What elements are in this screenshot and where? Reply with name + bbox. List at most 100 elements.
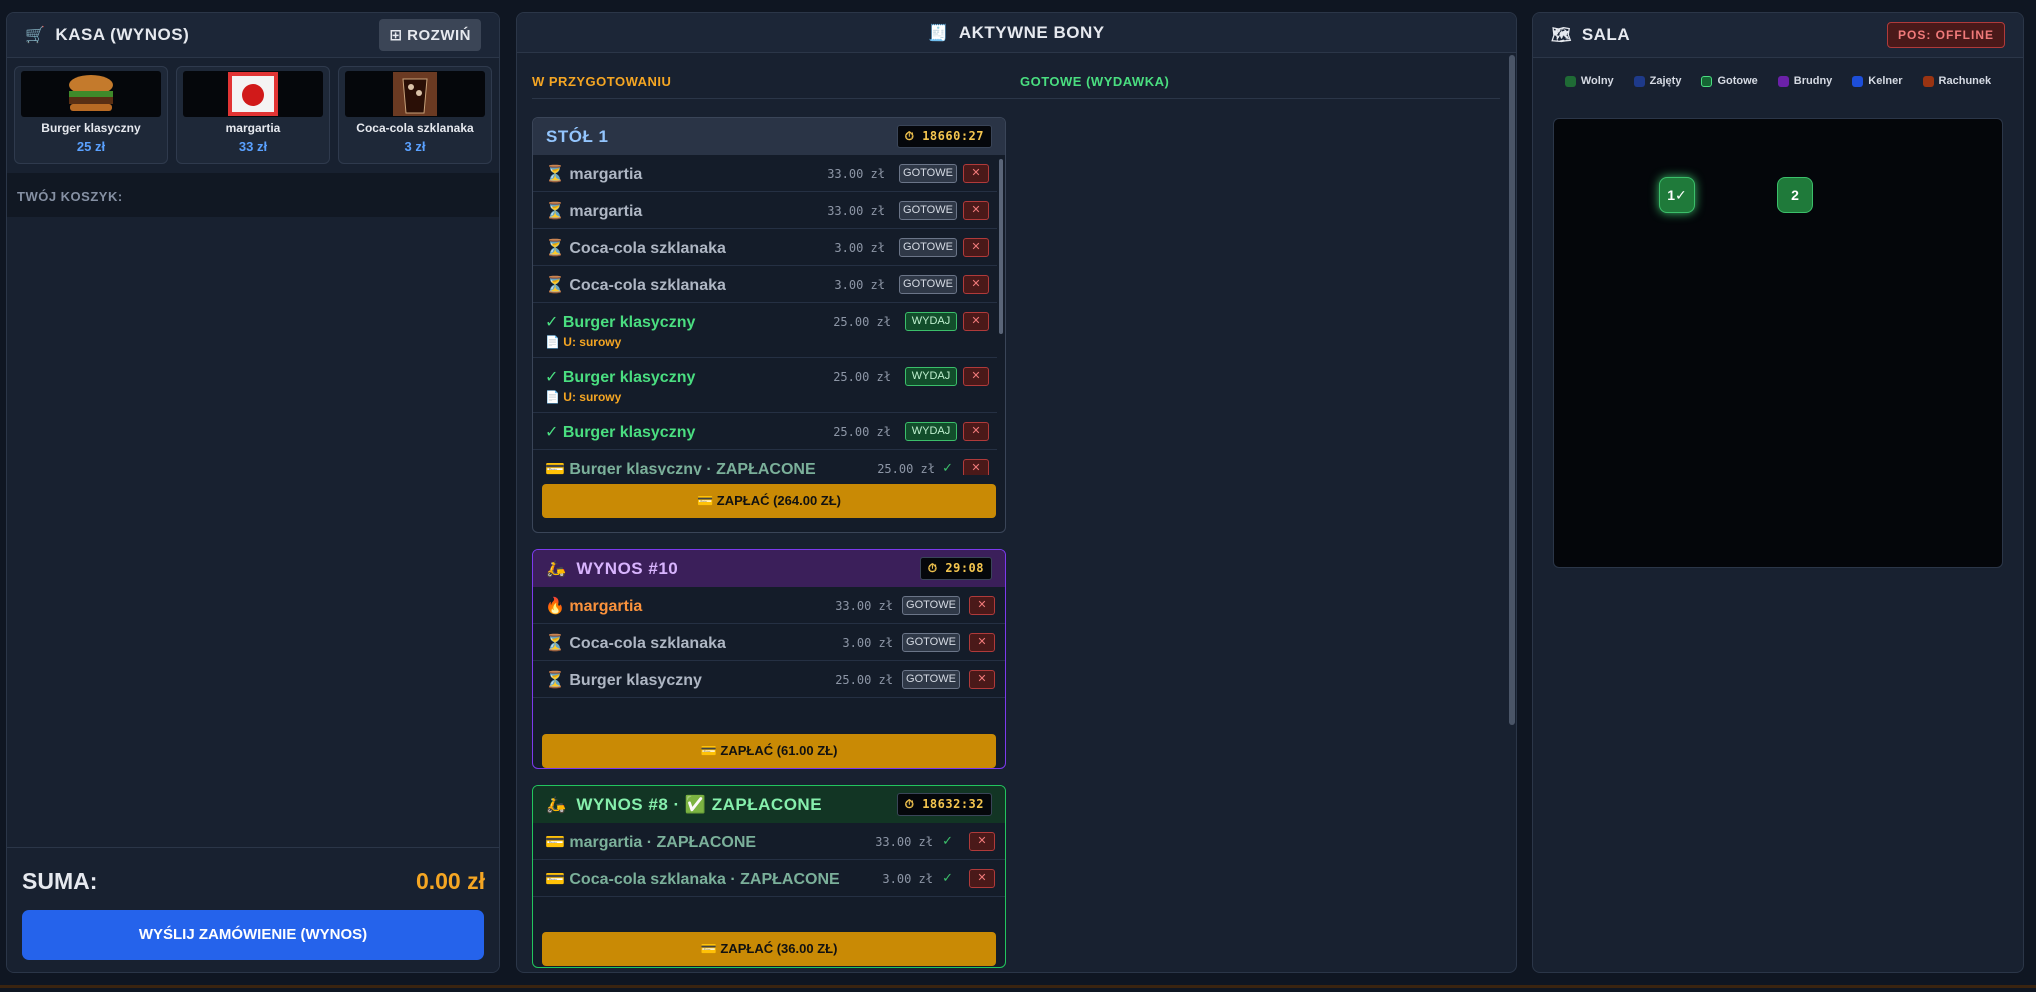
paid-check-icon: ✓ (942, 833, 953, 848)
item-price: 33.00 zł (827, 204, 885, 218)
remove-item-button[interactable]: ✕ (963, 238, 989, 257)
ticket-item: ⏳ Burger klasyczny 25.00 zł GOTOWE ✕ (533, 661, 1005, 698)
tickets-header: 🧾 AKTYWNE BONY (517, 13, 1516, 53)
item-price: 25.00 zł (833, 425, 891, 439)
remove-item-button[interactable]: ✕ (963, 459, 989, 475)
remove-item-button[interactable]: ✕ (963, 201, 989, 220)
send-order-button[interactable]: WYŚLIJ ZAMÓWIENIE (WYNOS) (22, 910, 484, 960)
tickets-scrollbar[interactable] (1509, 55, 1515, 725)
serve-button[interactable]: WYDAJ (905, 312, 957, 331)
check-icon: ✓ (545, 314, 559, 331)
pay-button[interactable]: 💳 ZAPŁAĆ (61.00 ZŁ) (542, 734, 996, 768)
remove-item-button[interactable]: ✕ (963, 275, 989, 294)
ticket-timer: ⏱ 29:08 (919, 557, 992, 580)
ticket-title: WYNOS #8 · ✅ ZAPŁACONE (576, 794, 823, 814)
burger-image (21, 71, 161, 117)
item-name: ⏳ Coca-cola szklanaka (545, 635, 726, 652)
legend-swatch (1701, 75, 1713, 87)
ticket-scrollbar[interactable] (999, 159, 1003, 334)
item-note: 📄 U: surowy (545, 390, 622, 404)
ready-button[interactable]: GOTOWE (899, 164, 957, 183)
hourglass-icon: ⏳ (545, 277, 565, 294)
paid-check-icon: ✓ (942, 460, 953, 475)
remove-item-button[interactable]: ✕ (969, 869, 995, 888)
item-name: ⏳ margartia (545, 203, 643, 220)
item-name: 💳 margartia · ZAPŁACONE (545, 834, 757, 851)
coca-cola-image (345, 71, 485, 117)
item-name: 💳 Burger klasyczny · ZAPŁACONE (545, 459, 816, 475)
remove-item-button[interactable]: ✕ (969, 670, 995, 689)
serve-button[interactable]: WYDAJ (905, 367, 957, 386)
ticket-item: ✓ Burger klasyczny 25.00 zł WYDAJ ✕ (533, 413, 997, 450)
sum-value: 0.00 zł (415, 868, 485, 894)
ticket-header: 🛵 WYNOS #8 · ✅ ZAPŁACONE ⏱ 18632:32 (533, 786, 1005, 823)
ticket-item: 🔥 margartia 33.00 zł GOTOWE ✕ (533, 587, 1005, 624)
item-name: ✓ Burger klasyczny (545, 424, 696, 441)
serve-button[interactable]: WYDAJ (905, 422, 957, 441)
floor-title: SALA (1581, 25, 1631, 44)
ticket-item: 💳 Coca-cola szklanaka · ZAPŁACONE 3.00 z… (533, 860, 1005, 897)
pos-status-badge: POS: OFFLINE (1887, 22, 2005, 48)
item-price: 33.00 zł (827, 167, 885, 181)
product-price: 3 zł (404, 139, 426, 154)
remove-item-button[interactable]: ✕ (969, 633, 995, 652)
pay-button[interactable]: 💳 ZAPŁAĆ (264.00 ZŁ) (542, 484, 996, 518)
product-card-burger[interactable]: Burger klasyczny 25 zł (14, 66, 168, 164)
table-2[interactable]: 2 (1777, 177, 1813, 213)
item-name: ⏳ Burger klasyczny (545, 672, 702, 689)
ticket-takeaway-8: 🛵 WYNOS #8 · ✅ ZAPŁACONE ⏱ 18632:32 💳 ma… (532, 785, 1006, 968)
remove-item-button[interactable]: ✕ (963, 422, 989, 441)
check-icon: ✓ (545, 424, 559, 441)
item-price: 3.00 zł (834, 241, 885, 255)
ticket-item: ⏳ Coca-cola szklanaka 3.00 zł GOTOWE ✕ (533, 266, 997, 303)
check-icon: ✓ (545, 369, 559, 386)
ticket-item: ⏳ Coca-cola szklanaka 3.00 zł GOTOWE ✕ (533, 624, 1005, 661)
ready-button[interactable]: GOTOWE (902, 670, 960, 689)
product-price: 33 zł (238, 139, 268, 154)
legend-item-waiter: Kelner (1852, 75, 1903, 87)
pos-panel: 🛒 KASA (WYNOS) ⊞ ROZWIŃ Burger klasyczny… (6, 12, 500, 973)
active-tickets-panel: 🧾 AKTYWNE BONY W PRZYGOTOWANIU GOTOWE (W… (516, 12, 1517, 973)
ready-button[interactable]: GOTOWE (902, 633, 960, 652)
ready-button[interactable]: GOTOWE (899, 201, 957, 220)
ticket-timer: ⏱ 18632:32 (896, 793, 992, 816)
divider (1020, 98, 1500, 99)
table-1[interactable]: 1✓ (1659, 177, 1695, 213)
product-card-margartia[interactable]: margartia 33 zł (176, 66, 330, 164)
floor-plan: 1✓ 2 (1553, 118, 2003, 568)
item-price: 3.00 zł (842, 636, 893, 650)
ticket-header: 🛵 WYNOS #10 ⏱ 29:08 (533, 550, 1005, 587)
ticket-item: ✓ Burger klasyczny 📄 U: surowy 25.00 zł … (533, 303, 997, 358)
card-icon: 💳 (545, 461, 565, 475)
ticket-item: 💳 Burger klasyczny · ZAPŁACONE 25.00 zł … (533, 450, 997, 475)
item-price: 3.00 zł (834, 278, 885, 292)
map-icon: 🗺 (1551, 27, 1572, 44)
legend-item-free: Wolny (1564, 75, 1614, 87)
scooter-icon: 🛵 (546, 560, 567, 578)
ready-button[interactable]: GOTOWE (902, 596, 960, 615)
item-name: ⏳ Coca-cola szklanaka (545, 277, 726, 294)
ticket-title: STÓŁ 1 (546, 126, 609, 146)
remove-item-button[interactable]: ✕ (963, 164, 989, 183)
hourglass-icon: ⏳ (545, 672, 565, 689)
pay-button[interactable]: 💳 ZAPŁAĆ (36.00 ZŁ) (542, 932, 996, 966)
ticket-item: ✓ Burger klasyczny 📄 U: surowy 25.00 zł … (533, 358, 997, 413)
expand-button[interactable]: ⊞ ROZWIŃ (379, 19, 481, 51)
hourglass-icon: ⏳ (545, 635, 565, 652)
column-in-progress-title: W PRZYGOTOWANIU (532, 74, 672, 89)
legend-swatch (1922, 75, 1934, 87)
ticket-items: ⏳ margartia 33.00 zł GOTOWE ✕ ⏳ margarti… (533, 155, 1005, 475)
remove-item-button[interactable]: ✕ (963, 312, 989, 331)
ticket-item: ⏳ margartia 33.00 zł GOTOWE ✕ (533, 192, 997, 229)
item-name: 💳 Coca-cola szklanaka · ZAPŁACONE (545, 871, 840, 888)
legend-swatch (1564, 75, 1576, 87)
ticket-item: ⏳ margartia 33.00 zł GOTOWE ✕ (533, 155, 997, 192)
legend-item-ready: Gotowe (1701, 75, 1758, 87)
remove-item-button[interactable]: ✕ (963, 367, 989, 386)
remove-item-button[interactable]: ✕ (969, 596, 995, 615)
ready-button[interactable]: GOTOWE (899, 238, 957, 257)
product-card-coca-cola[interactable]: Coca-cola szklanaka 3 zł (338, 66, 492, 164)
ready-button[interactable]: GOTOWE (899, 275, 957, 294)
remove-item-button[interactable]: ✕ (969, 832, 995, 851)
pos-header: 🛒 KASA (WYNOS) ⊞ ROZWIŃ (7, 13, 499, 58)
